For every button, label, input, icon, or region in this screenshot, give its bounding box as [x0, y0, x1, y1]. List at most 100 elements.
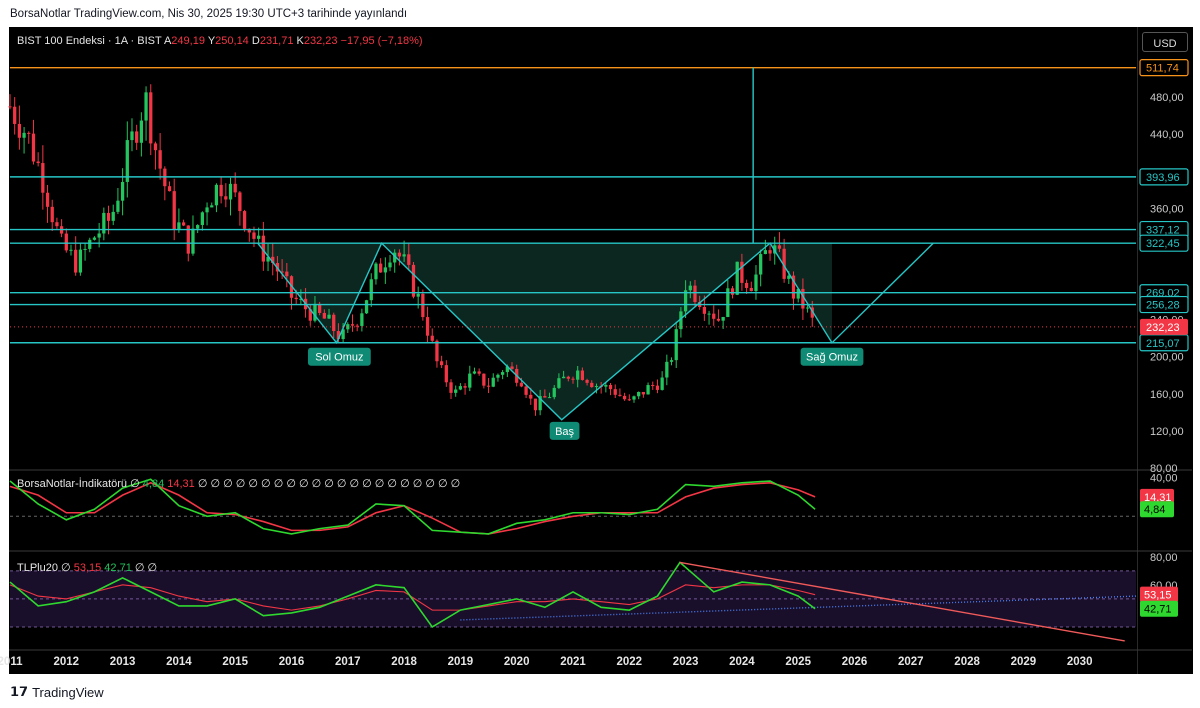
chart-svg[interactable]: 480,00440,00360,00240,00200,00160,00120,…: [0, 0, 1200, 708]
candle-body: [468, 373, 472, 388]
candle-body: [759, 254, 763, 275]
candle-body: [543, 396, 547, 398]
symbol-name[interactable]: BIST 100 Endeksi · 1A · BIST: [17, 35, 162, 47]
candle-body: [167, 186, 172, 192]
candle-body: [594, 386, 599, 388]
candle-body: [735, 261, 739, 295]
candle-body: [411, 264, 416, 297]
candle-body: [238, 192, 242, 212]
candle-body: [364, 300, 369, 314]
indicator-2-legend[interactable]: TLPlu20 ∅ 53,15 42,71 ∅ ∅: [17, 561, 157, 574]
candle-body: [322, 312, 326, 319]
candle-body: [224, 196, 228, 200]
candle-body: [402, 254, 406, 257]
x-tick-label: 2017: [335, 656, 361, 668]
candle-body: [149, 92, 153, 144]
candle-body: [524, 386, 528, 395]
candle-body: [388, 262, 392, 268]
candle-body: [716, 318, 721, 321]
candle-body: [285, 271, 289, 277]
y-tick-label: 160,00: [1150, 389, 1184, 401]
candle-body: [181, 222, 186, 226]
candle-body: [210, 205, 214, 208]
candle-body: [191, 228, 195, 254]
candle-body: [712, 313, 716, 319]
indicator-2-name: TLPlu20: [17, 562, 58, 574]
candle-body: [55, 222, 59, 227]
candle-body: [604, 384, 608, 387]
x-tick-label: 2025: [785, 656, 811, 668]
candle-body: [444, 365, 448, 383]
x-tick-label: 2018: [391, 656, 417, 668]
indicator-2-value-red: 53,15: [73, 562, 102, 574]
candle-body: [228, 183, 233, 200]
tlp-last-label: 42,71: [1144, 604, 1172, 616]
change-value: −17,95 (−7,18%): [340, 35, 423, 47]
indicator-1-legend[interactable]: BorsaNotlar-İndikatörü ∅ 4,84 14,31 ∅ ∅ …: [17, 477, 460, 490]
candle-body: [552, 387, 556, 398]
candle-body: [740, 261, 744, 283]
candle-body: [805, 307, 810, 309]
low-value: 231,71: [259, 35, 294, 47]
candle-body: [17, 123, 22, 138]
candle-body: [571, 378, 575, 380]
level-tag-label: 511,74: [1146, 63, 1179, 75]
candle-body: [566, 376, 570, 379]
candle-body: [435, 340, 439, 362]
candle-body: [177, 222, 181, 230]
candle-body: [744, 282, 749, 288]
candle-body: [242, 211, 247, 229]
candle-body: [721, 317, 725, 321]
level-tag-label: 393,96: [1146, 172, 1180, 184]
candle-body: [27, 132, 31, 134]
x-tick-label: 2021: [560, 656, 586, 668]
candle-body: [111, 211, 115, 221]
x-tick-label: 2028: [954, 656, 980, 668]
close-value: 232,23: [303, 35, 338, 47]
candle-body: [144, 92, 148, 121]
indicator-1-value-red: 14,31: [167, 478, 195, 490]
candle-body: [45, 192, 50, 207]
candle-body: [646, 385, 650, 395]
candle-body: [510, 366, 514, 369]
candle-body: [50, 206, 54, 223]
pattern-annotation: Sol Omuz: [315, 352, 363, 364]
candle-body: [88, 239, 92, 249]
candle-body: [83, 248, 87, 250]
candle-body: [64, 233, 68, 251]
candle-body: [730, 288, 735, 295]
candle-body: [557, 378, 561, 388]
candle-body: [688, 285, 692, 291]
candle-body: [69, 249, 73, 251]
candle-body: [580, 370, 585, 380]
candle-body: [78, 249, 83, 273]
indicator-2-value-green: 42,71: [104, 562, 132, 574]
candle-body: [318, 303, 322, 313]
candle-body: [313, 303, 317, 321]
candle-body: [421, 293, 425, 318]
candle-body: [454, 389, 458, 393]
level-tag-label: 322,45: [1146, 238, 1180, 250]
candle-body: [449, 382, 453, 393]
candle-body: [31, 133, 36, 162]
candle-body: [397, 252, 402, 257]
candle-body: [693, 285, 697, 303]
candle-body: [369, 279, 373, 301]
candle-body: [768, 250, 772, 254]
indicator-1-series: [9, 481, 816, 535]
x-tick-label: 2029: [1011, 656, 1037, 668]
candle-body: [561, 376, 566, 379]
candle-body: [439, 361, 444, 366]
candle-body: [416, 293, 420, 297]
indicator-1-last-label: 4,84: [1144, 504, 1165, 516]
x-tick-label: 2014: [166, 656, 192, 668]
candle-body: [294, 297, 298, 300]
candle-body: [749, 287, 753, 292]
y-tick-label: 40,00: [1150, 473, 1178, 485]
candle-body: [632, 396, 636, 400]
candle-body: [92, 237, 97, 240]
candle-body: [135, 131, 139, 143]
candle-body: [500, 372, 505, 375]
candle-body: [41, 163, 45, 193]
candle-body: [519, 382, 524, 387]
